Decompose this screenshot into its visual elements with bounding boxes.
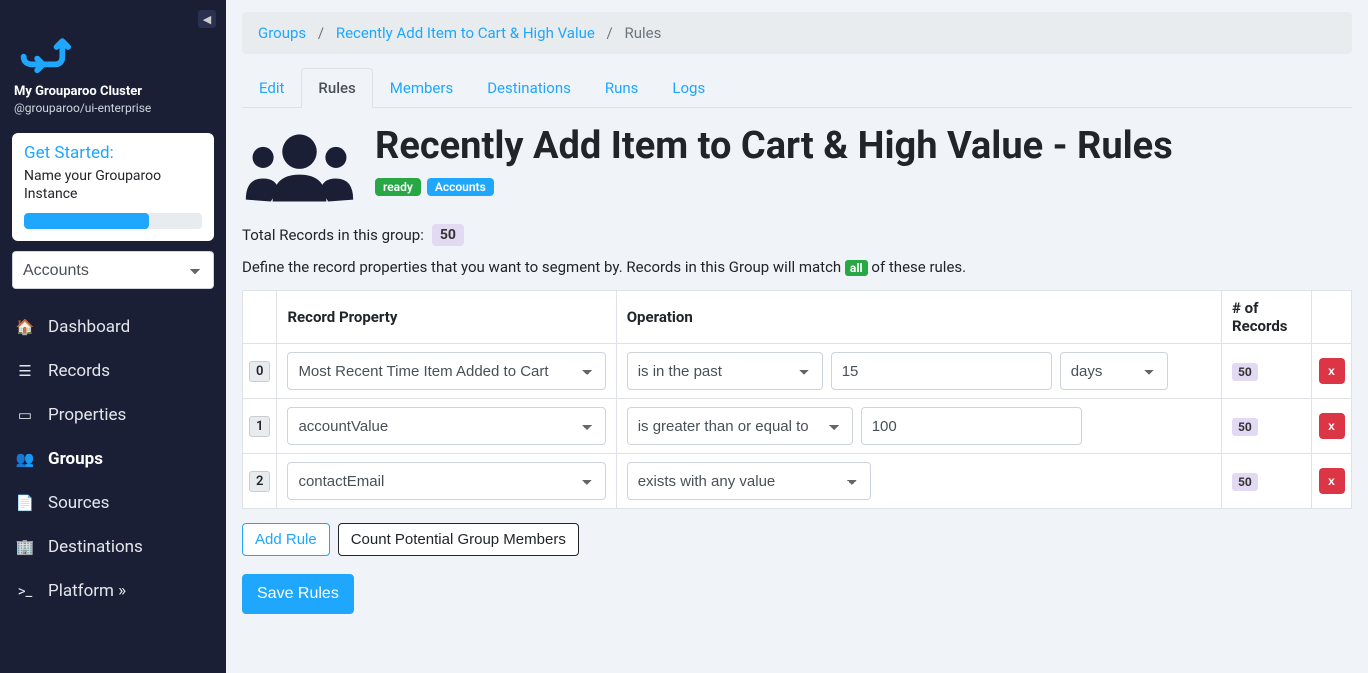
tab-rules[interactable]: Rules	[301, 68, 372, 108]
nav-label: Platform »	[48, 581, 126, 601]
delete-rule-button[interactable]: x	[1319, 413, 1345, 439]
file-icon: 📄	[14, 494, 36, 512]
nav-properties[interactable]: ▭ Properties	[0, 393, 226, 437]
th-record-property: Record Property	[277, 291, 616, 344]
nav-records[interactable]: ☰ Records	[0, 349, 226, 393]
nav-sources[interactable]: 📄 Sources	[0, 481, 226, 525]
cluster-title: My Grouparoo Cluster	[0, 84, 226, 99]
status-badge-ready: ready	[375, 178, 421, 196]
th-records: # of Records	[1222, 291, 1312, 344]
count-members-button[interactable]: Count Potential Group Members	[338, 523, 579, 556]
row-records-badge: 50	[1232, 473, 1258, 491]
getstarted-title: Get Started:	[24, 143, 202, 163]
getstarted-text: Name your Grouparoo Instance	[24, 167, 202, 203]
users-icon: 👥	[14, 450, 36, 468]
delete-rule-button[interactable]: x	[1319, 468, 1345, 494]
row-index: 1	[249, 416, 270, 437]
table-row: 1 accountValue is greater than or equal …	[243, 399, 1352, 454]
nav-destinations[interactable]: 🏢 Destinations	[0, 525, 226, 569]
breadcrumb-groups[interactable]: Groups	[258, 24, 306, 42]
total-records-row: Total Records in this group: 50	[242, 224, 1352, 246]
tabs: Edit Rules Members Destinations Runs Log…	[242, 68, 1352, 108]
all-badge: all	[845, 260, 868, 276]
nav-label: Groups	[48, 449, 103, 469]
nav-dashboard[interactable]: 🏠 Dashboard	[0, 305, 226, 349]
sidebar-collapse-button[interactable]: ◀	[198, 10, 216, 28]
operation-select[interactable]: is greater than or equal to	[627, 407, 853, 445]
delete-rule-button[interactable]: x	[1319, 358, 1345, 384]
nav-label: Dashboard	[48, 317, 130, 337]
table-row: 0 Most Recent Time Item Added to Cart is…	[243, 344, 1352, 399]
nav-label: Destinations	[48, 537, 143, 557]
building-icon: 🏢	[14, 538, 36, 556]
save-rules-button[interactable]: Save Rules	[242, 574, 354, 614]
row-records-badge: 50	[1232, 418, 1258, 436]
row-index: 2	[249, 471, 270, 492]
breadcrumb: Groups / Recently Add Item to Cart & Hig…	[242, 12, 1352, 54]
nav-platform[interactable]: >_ Platform »	[0, 569, 226, 613]
row-index: 0	[249, 361, 270, 382]
nav-groups[interactable]: 👥 Groups	[0, 437, 226, 481]
getstarted-card: Get Started: Name your Grouparoo Instanc…	[12, 133, 214, 241]
nav-label: Sources	[48, 493, 109, 513]
status-badge-accounts: Accounts	[427, 178, 494, 196]
property-select[interactable]: accountValue	[287, 407, 605, 445]
unit-select[interactable]: days	[1060, 352, 1168, 390]
add-rule-button[interactable]: Add Rule	[242, 523, 330, 556]
tab-destinations[interactable]: Destinations	[470, 68, 588, 108]
card-icon: ▭	[14, 406, 36, 424]
home-icon: 🏠	[14, 318, 36, 336]
value-input[interactable]	[861, 407, 1082, 445]
list-icon: ☰	[14, 362, 36, 380]
operation-select[interactable]: exists with any value	[627, 462, 871, 500]
total-label: Total Records in this group:	[242, 226, 424, 244]
property-select[interactable]: contactEmail	[287, 462, 605, 500]
breadcrumb-group-name[interactable]: Recently Add Item to Cart & High Value	[336, 24, 595, 42]
row-records-badge: 50	[1232, 363, 1258, 381]
tab-edit[interactable]: Edit	[242, 68, 301, 108]
description: Define the record properties that you wa…	[242, 258, 1352, 276]
th-operation: Operation	[616, 291, 1221, 344]
account-select[interactable]: Accounts	[12, 251, 214, 289]
tab-runs[interactable]: Runs	[588, 68, 656, 108]
table-row: 2 contactEmail exists with any value 50 …	[243, 454, 1352, 509]
group-users-icon	[242, 128, 357, 206]
property-select[interactable]: Most Recent Time Item Added to Cart	[287, 352, 605, 390]
tab-logs[interactable]: Logs	[655, 68, 722, 108]
rules-table: Record Property Operation # of Records 0…	[242, 290, 1352, 509]
page-title: Recently Add Item to Cart & High Value -…	[375, 126, 1352, 168]
nav-label: Records	[48, 361, 110, 381]
terminal-icon: >_	[14, 582, 36, 600]
progress-bar	[24, 213, 202, 229]
breadcrumb-current: Rules	[624, 24, 661, 42]
tab-members[interactable]: Members	[373, 68, 470, 108]
total-count-badge: 50	[432, 224, 464, 246]
value-input[interactable]	[831, 352, 1052, 390]
nav-label: Properties	[48, 405, 126, 425]
cluster-subtitle: @grouparoo/ui-enterprise	[0, 99, 226, 125]
logo	[0, 12, 226, 84]
operation-select[interactable]: is in the past	[627, 352, 823, 390]
